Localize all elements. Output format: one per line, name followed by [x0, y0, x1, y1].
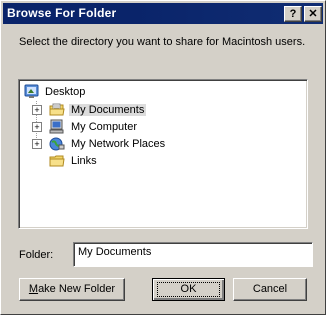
- folder-tree[interactable]: Desktop + My Documents + My Computer + M…: [18, 79, 308, 229]
- make-new-folder-label: ake New Folder: [38, 283, 116, 295]
- ok-button[interactable]: OK: [152, 278, 225, 301]
- tree-item-label: My Computer: [71, 121, 138, 133]
- tree-item-label: Links: [71, 155, 97, 167]
- title-bar[interactable]: Browse For Folder ? ✕: [3, 3, 323, 24]
- tree-item-my-documents[interactable]: + My Documents: [32, 102, 192, 118]
- make-new-folder-mnemonic: M: [28, 283, 39, 295]
- dialog-title: Browse For Folder: [7, 6, 117, 20]
- expand-icon[interactable]: +: [32, 139, 42, 149]
- folder-icon: [49, 155, 65, 167]
- make-new-folder-button[interactable]: Make New Folder: [19, 278, 125, 301]
- close-button[interactable]: ✕: [304, 6, 322, 22]
- expand-icon[interactable]: +: [32, 122, 42, 132]
- browse-for-folder-dialog: Browse For Folder ? ✕ Select the directo…: [0, 0, 326, 315]
- folder-label: Folder:: [19, 249, 54, 261]
- help-button[interactable]: ?: [284, 6, 302, 22]
- cancel-button[interactable]: Cancel: [233, 278, 307, 301]
- tree-item-my-computer[interactable]: + My Computer: [32, 119, 192, 135]
- tree-item-label: My Network Places: [71, 138, 166, 150]
- documents-folder-icon: [49, 103, 65, 116]
- focus-rectangle: [157, 282, 220, 297]
- expand-icon[interactable]: +: [32, 105, 42, 115]
- cancel-label: Cancel: [252, 283, 288, 295]
- folder-input[interactable]: My Documents: [73, 242, 313, 267]
- tree-item-my-network-places[interactable]: + My Network Places: [32, 136, 212, 152]
- prompt-text: Select the directory you want to share f…: [19, 36, 306, 48]
- tree-item-label: My Documents: [69, 104, 147, 116]
- tree-item-links[interactable]: Links: [32, 153, 152, 169]
- computer-icon: [49, 119, 64, 134]
- network-places-icon: [49, 137, 65, 151]
